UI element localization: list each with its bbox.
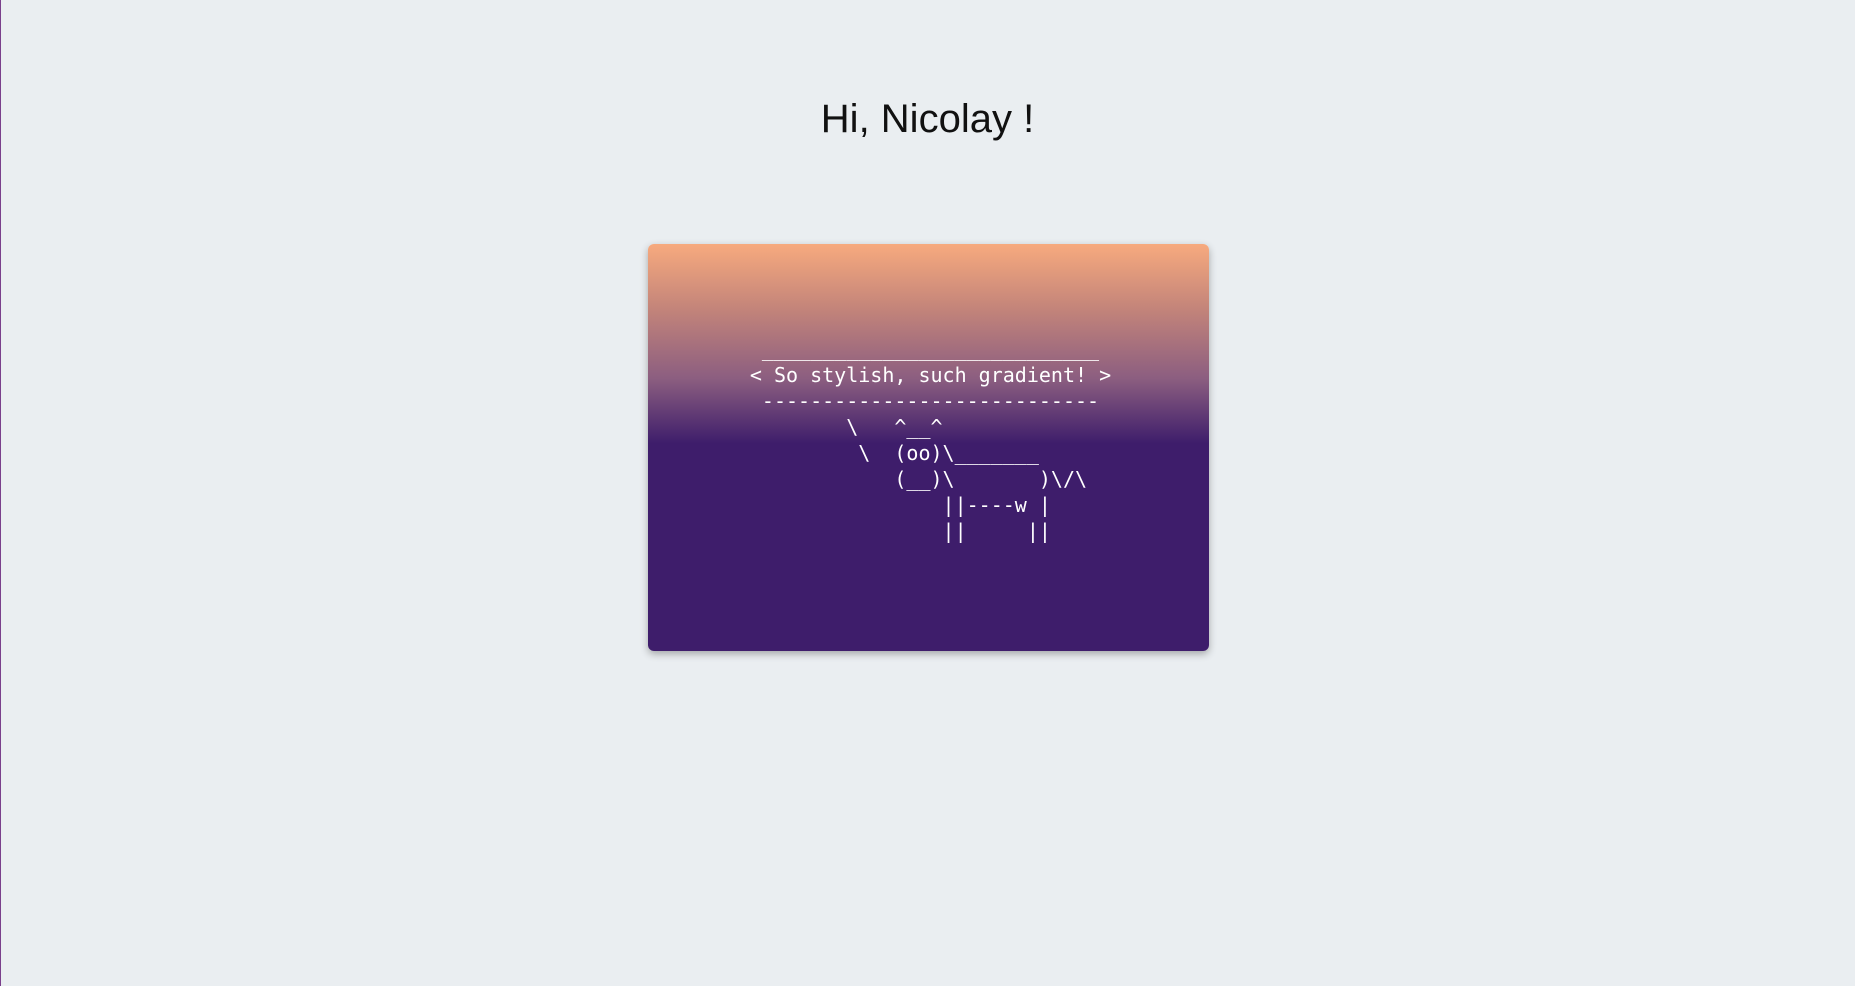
gradient-card: ____________________________ < So stylis…: [648, 244, 1209, 651]
cowsay-ascii-art: ____________________________ < So stylis…: [749, 336, 1112, 543]
page-left-edge: [0, 0, 1, 986]
greeting-heading: Hi, Nicolay !: [820, 97, 1035, 141]
